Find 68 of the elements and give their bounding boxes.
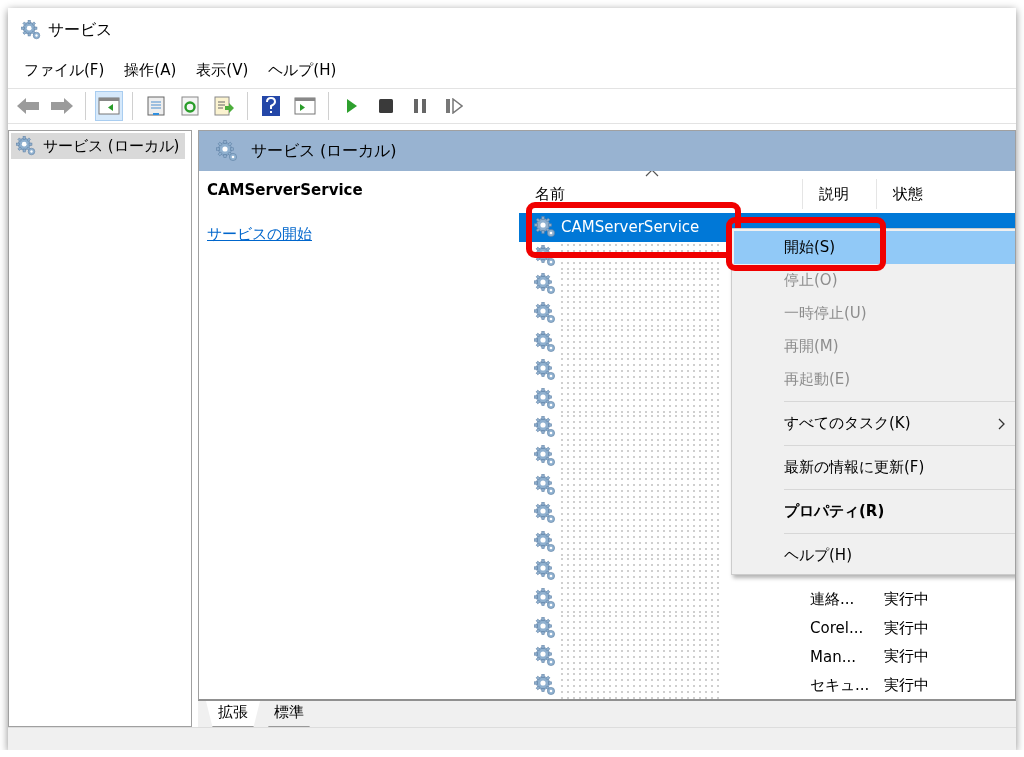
column-header[interactable]: 名前	[519, 179, 802, 209]
refresh-icon	[180, 96, 200, 116]
menu-item-label: プロパティ(R)	[784, 502, 885, 521]
menu-item[interactable]: ヘルプ(H)	[268, 60, 337, 80]
table-cell-text: セキュ...	[809, 675, 870, 694]
gears-icon	[15, 135, 37, 157]
menu-item-label: 最新の情報に更新(F)	[784, 458, 925, 477]
menu-item-label: 再開(M)	[784, 337, 839, 356]
context-menu-item[interactable]: ヘルプ(H)	[734, 539, 1015, 572]
table-cell-text: 連絡...	[809, 590, 855, 608]
tree-item-label: サービス (ローカル)	[43, 136, 180, 156]
gears-icon	[20, 19, 42, 41]
gears-icon	[533, 644, 557, 669]
gears-icon	[533, 672, 557, 697]
gears-icon	[215, 139, 239, 163]
gears-icon	[533, 472, 557, 497]
stop-icon	[378, 98, 394, 114]
menu-item[interactable]: 操作(A)	[124, 60, 177, 80]
menu-item-label: すべてのタスク(K)	[784, 414, 911, 433]
column-header[interactable]: 状態	[876, 179, 1015, 209]
forward-arrow-icon	[50, 97, 74, 115]
context-menu-item[interactable]: 最新の情報に更新(F)	[734, 451, 1015, 484]
menu-item-label: ヘルプ(H)	[784, 546, 852, 565]
gears-icon	[533, 329, 557, 354]
gears-icon	[533, 215, 557, 240]
gears-icon	[533, 415, 557, 440]
menu-item[interactable]: 表示(V)	[196, 60, 249, 80]
menu-item-label: 一時停止(U)	[784, 304, 867, 323]
play-icon	[346, 98, 358, 114]
pane-title: サービス (ローカル)	[251, 140, 397, 162]
gears-icon	[533, 444, 557, 469]
gears-icon	[533, 615, 557, 640]
start-service-link[interactable]: サービスの開始	[207, 225, 312, 244]
pause-icon	[413, 98, 427, 114]
gears-icon	[533, 301, 557, 326]
table-cell-text: 実行中	[883, 590, 929, 608]
table-cell-text: 実行中	[883, 675, 929, 694]
gears-icon	[533, 358, 557, 383]
help-icon	[261, 95, 281, 117]
pane-icon	[294, 97, 316, 115]
menu-item-label: 再起動(E)	[784, 370, 851, 389]
table-cell-text: 実行中	[883, 618, 929, 637]
table-cell-text: Man...	[809, 647, 856, 666]
gears-icon	[533, 587, 557, 611]
menu-item-label: 停止(O)	[784, 271, 838, 290]
gears-icon	[533, 501, 557, 526]
context-menu-item[interactable]: すべてのタスク(K)	[734, 407, 1015, 440]
export-icon	[213, 96, 235, 116]
gears-icon	[533, 386, 557, 411]
context-menu-item[interactable]: プロパティ(R)	[734, 495, 1015, 528]
view-tab[interactable]: 拡張	[206, 701, 260, 727]
pane-icon	[98, 97, 120, 115]
context-menu-item[interactable]: 開始(S)	[734, 231, 1015, 264]
gears-icon	[533, 558, 557, 583]
table-cell-text: 実行中	[883, 647, 929, 666]
menu-item[interactable]: ファイル(F)	[24, 60, 105, 80]
back-arrow-icon	[16, 97, 40, 115]
gears-icon	[533, 272, 557, 297]
resume-icon	[445, 98, 463, 114]
table-cell-text: Corel...	[809, 619, 864, 638]
service-name: CAMServerService	[207, 181, 363, 199]
gears-icon	[533, 529, 557, 554]
column-header[interactable]: 説明	[802, 179, 876, 209]
document-icon	[146, 96, 166, 116]
gears-icon	[533, 243, 557, 268]
service-name-cell-text: CAMServerService	[560, 217, 701, 239]
window-title: サービス	[48, 19, 112, 41]
tree-item[interactable]: サービス (ローカル)	[11, 133, 186, 159]
